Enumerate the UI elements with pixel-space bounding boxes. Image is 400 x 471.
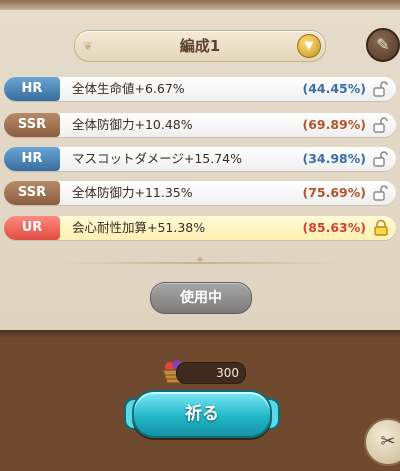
- in-use-button[interactable]: 使用中: [150, 282, 252, 314]
- unlock-icon[interactable]: [372, 184, 390, 202]
- panel-top-edge: [0, 0, 400, 10]
- stat-percentile: (44.45%): [302, 81, 367, 96]
- rarity-badge: HR: [4, 147, 60, 171]
- rarity-badge: HR: [4, 77, 60, 101]
- quill-icon[interactable]: ✎: [366, 28, 400, 62]
- unlock-icon[interactable]: [372, 116, 390, 134]
- rarity-badge: UR: [4, 216, 60, 240]
- cost-value: 300: [216, 366, 239, 380]
- stat-percentile: (34.98%): [302, 151, 367, 166]
- stat-effect: マスコットダメージ+15.74%: [72, 151, 243, 166]
- stat-row: UR 会心耐性加算+51.38% (85.63%): [4, 216, 396, 240]
- stat-effect: 全体防御力+11.35%: [72, 185, 193, 200]
- attribute-panel: ❦ 編成1 ▼ ✎ HR 全体生命値+6.67% (44.45%) SSR 全体…: [0, 0, 400, 330]
- chevron-down-icon[interactable]: ▼: [297, 34, 321, 58]
- rarity-badge: SSR: [4, 181, 60, 205]
- panel-shadow: [0, 330, 400, 338]
- stat-percentile: (75.69%): [302, 185, 367, 200]
- sparkle-icon: ✦: [194, 253, 206, 267]
- stat-effect: 会心耐性加算+51.38%: [72, 220, 206, 235]
- formation-selector[interactable]: ❦ 編成1 ▼: [74, 30, 326, 62]
- swords-icon[interactable]: ✂: [364, 418, 400, 466]
- stat-effect: 全体防御力+10.48%: [72, 117, 193, 132]
- formation-label: 編成1: [179, 37, 221, 55]
- unlock-icon[interactable]: [372, 150, 390, 168]
- cost-display: 300: [176, 362, 246, 384]
- stat-percentile: (69.89%): [302, 117, 367, 132]
- stat-effect: 全体生命値+6.67%: [72, 81, 185, 96]
- stat-row: SSR 全体防御力+10.48% (69.89%): [4, 113, 396, 137]
- rarity-badge: SSR: [4, 113, 60, 137]
- stat-row: SSR 全体防御力+11.35% (75.69%): [4, 181, 396, 205]
- pray-button[interactable]: 祈る: [132, 390, 272, 438]
- stat-percentile: (85.63%): [302, 220, 367, 235]
- stat-row: HR マスコットダメージ+15.74% (34.98%): [4, 147, 396, 171]
- padlock-icon[interactable]: [372, 219, 390, 237]
- stat-row: HR 全体生命値+6.67% (44.45%): [4, 77, 396, 101]
- unlock-icon[interactable]: [372, 80, 390, 98]
